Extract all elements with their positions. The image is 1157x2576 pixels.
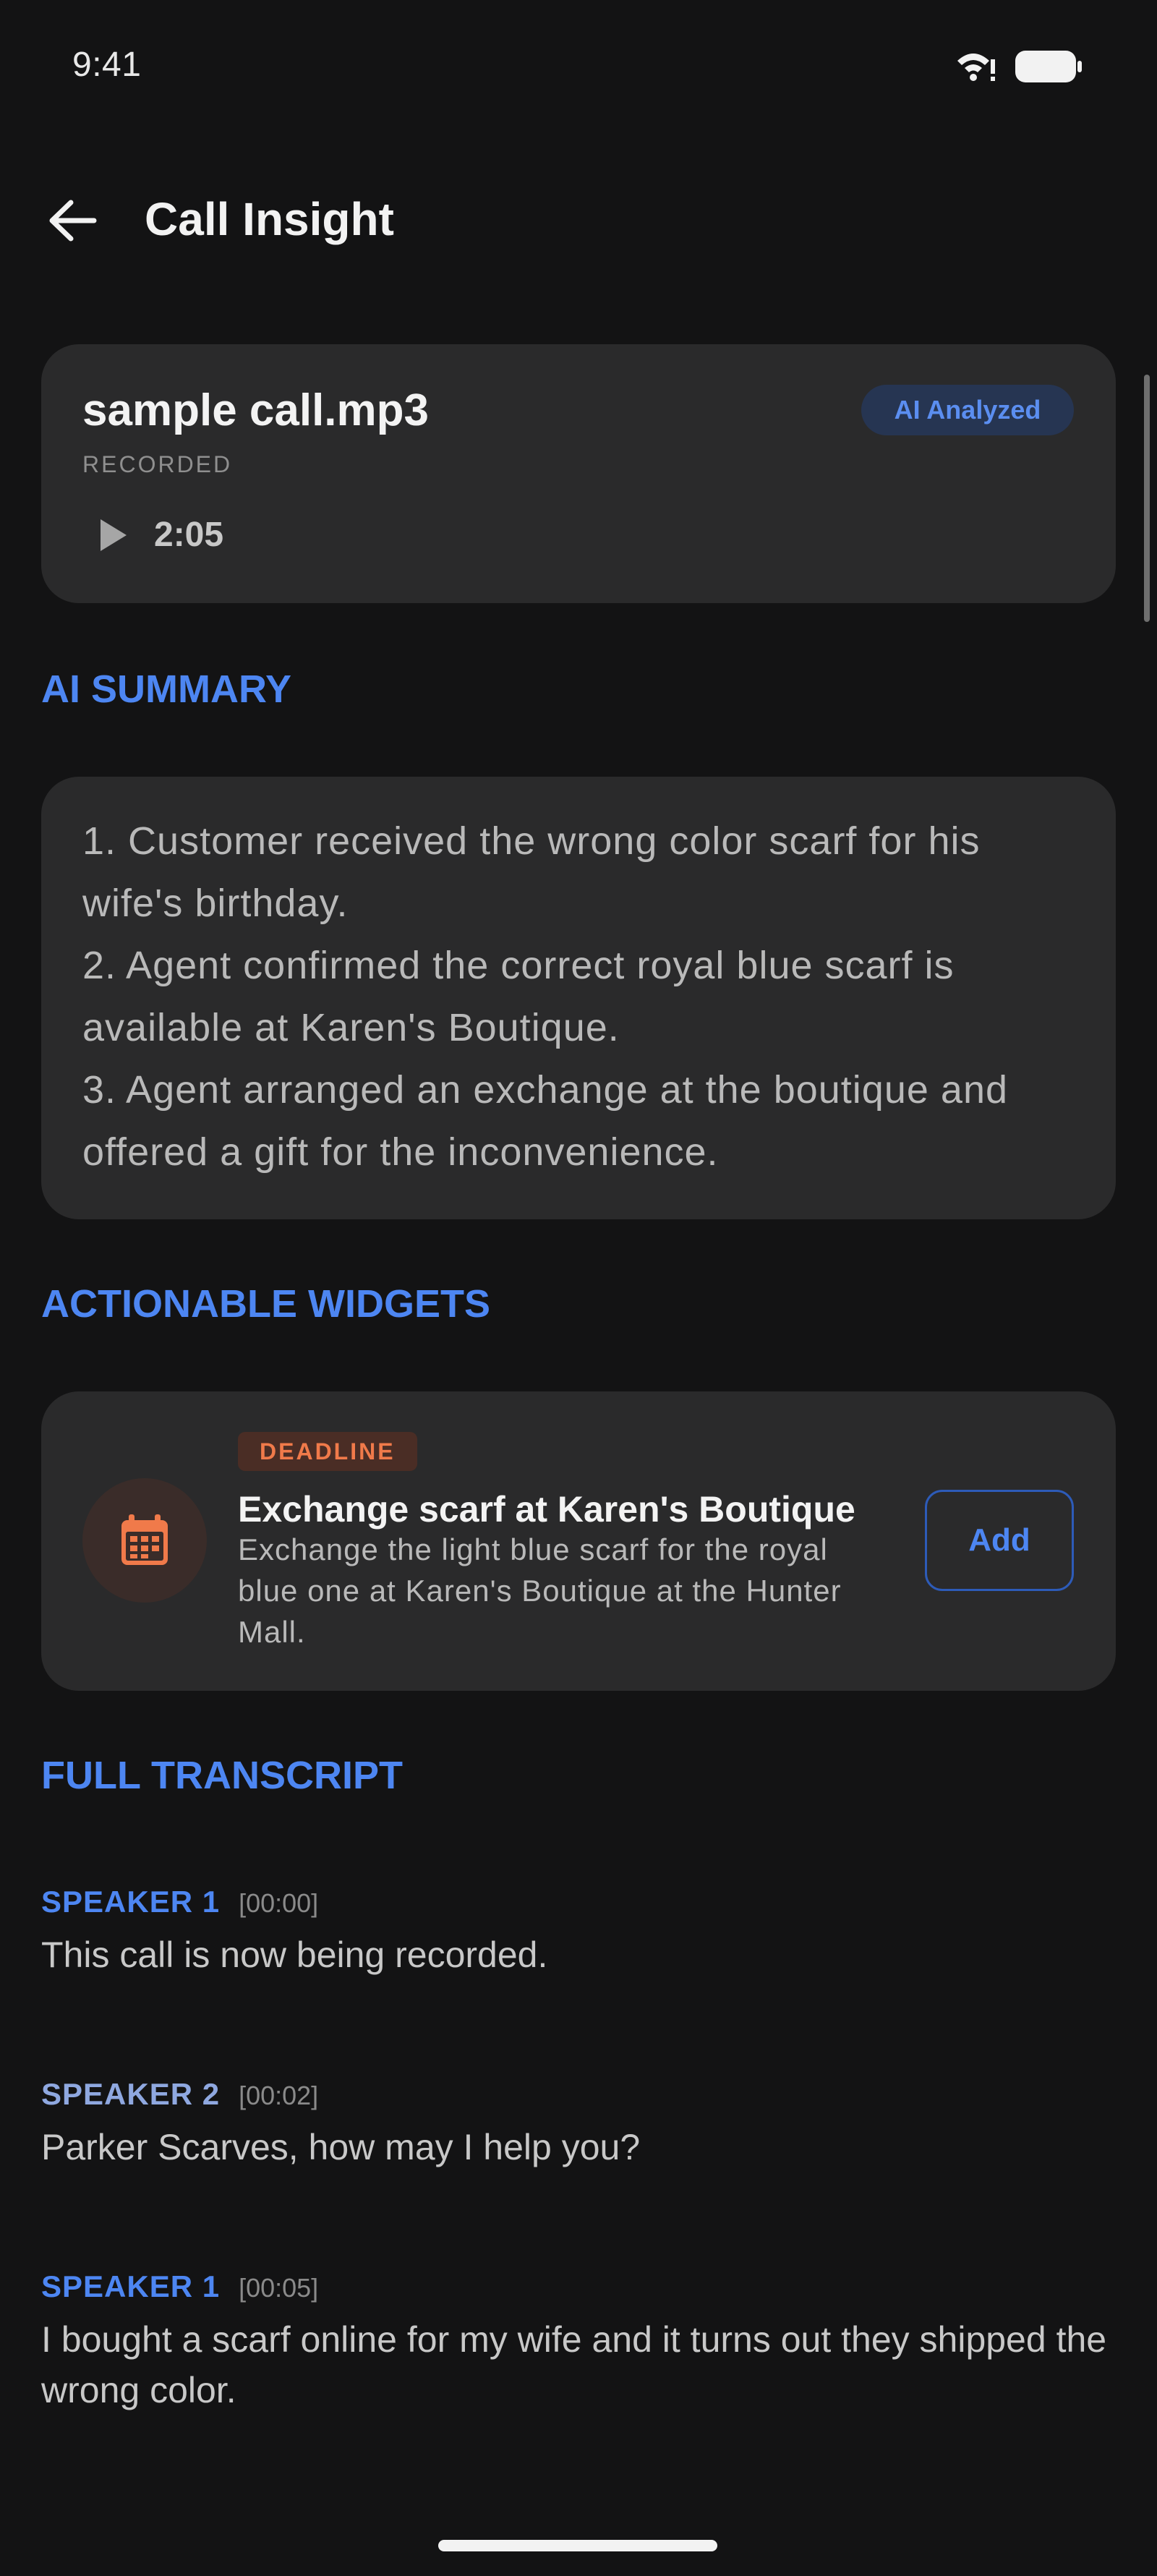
transcript-entry: SPEAKER 1 [00:00] This call is now being … [41,1885,1119,1980]
timestamp: [00:02] [239,2081,319,2110]
wifi-icon [957,54,995,81]
calendar-icon [121,1514,168,1565]
summary-list: 1. Customer received the wrong color sca… [82,810,1080,1183]
recording-card: sample call.mp3 RECORDED AI Analyzed 2:0… [41,344,1116,603]
home-indicator[interactable] [438,2540,717,2551]
timestamp: [00:05] [239,2273,319,2303]
scrollbar-thumb[interactable] [1144,375,1150,622]
widget-icon-container [82,1478,207,1603]
play-icon[interactable] [98,518,129,553]
duration: 2:05 [154,516,224,554]
summary-item: 1. Customer received the wrong color sca… [82,819,981,925]
status-time: 9:41 [72,46,142,84]
add-button[interactable]: Add [925,1490,1074,1591]
battery-icon [1015,51,1082,82]
ai-analyzed-badge: AI Analyzed [861,385,1074,435]
utterance-text: This call is now being recorded. [41,1935,548,1975]
summary-item: 3. Agent arranged an exchange at the bou… [82,1068,1009,1174]
file-name: sample call.mp3 [82,385,430,435]
speaker-label: SPEAKER 2 [41,2077,221,2111]
widget-title: Exchange scarf at Karen's Boutique [238,1489,855,1530]
back-arrow-icon[interactable] [43,195,101,246]
transcript-entry: SPEAKER 1 [00:05] I bought a scarf online… [41,2269,1119,2415]
recording-status-label: RECORDED [82,451,233,477]
transcript-entry: SPEAKER 2 [00:02] Parker Scarves, how may… [41,2077,1119,2172]
deadline-badge: DEADLINE [238,1432,417,1471]
timestamp: [00:00] [239,1888,319,1918]
speaker-label: SPEAKER 1 [41,1885,221,1919]
utterance-text: Parker Scarves, how may I help you? [41,2127,641,2167]
status-bar: 9:41 [0,0,1157,130]
transcript-section-header: FULL TRANSCRIPT [41,1754,403,1797]
summary-item: 2. Agent confirmed the correct royal blu… [82,944,955,1049]
summary-section-header: AI SUMMARY [41,668,291,711]
widgets-section-header: ACTIONABLE WIDGETS [41,1282,490,1326]
app-bar: Call Insight [0,174,1157,268]
speaker-label: SPEAKER 1 [41,2269,221,2303]
widget-description: Exchange the light blue scarf for the ro… [238,1532,842,1649]
summary-card: 1. Customer received the wrong color sca… [41,777,1116,1219]
action-widget-card: DEADLINE Exchange scarf at Karen's Bouti… [41,1391,1116,1691]
page-title: Call Insight [145,193,394,245]
utterance-text: I bought a scarf online for my wife and … [41,2319,1107,2410]
